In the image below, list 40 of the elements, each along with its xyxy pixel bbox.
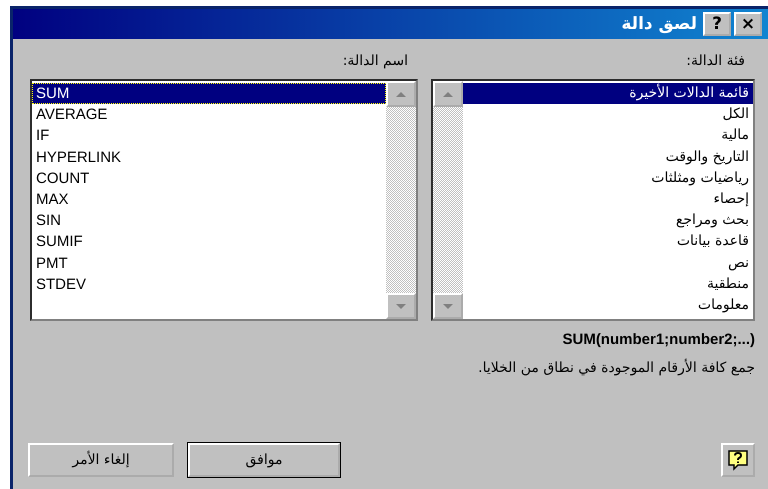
close-button[interactable]: × <box>734 12 762 36</box>
help-icon <box>727 449 749 471</box>
scroll-down-button[interactable] <box>433 293 463 319</box>
list-item[interactable]: HYPERLINK <box>32 146 386 168</box>
list-item[interactable]: قاعدة بيانات <box>463 231 753 252</box>
ok-button[interactable]: موافق <box>188 443 340 477</box>
list-item[interactable]: STDEV <box>32 274 386 295</box>
list-item[interactable]: منطقية <box>463 274 753 295</box>
list-item[interactable]: قائمة الدالات الأخيرة <box>463 83 753 104</box>
scroll-up-button[interactable] <box>433 81 463 107</box>
scrollbar[interactable] <box>386 81 416 319</box>
list-item[interactable]: نص <box>463 252 753 274</box>
list-item[interactable]: PMT <box>32 252 386 274</box>
list-item[interactable]: التاريخ والوقت <box>463 146 753 168</box>
function-signature: SUM(number1;number2;...) <box>562 331 755 348</box>
help-button[interactable] <box>721 443 755 477</box>
list-item[interactable]: الكل <box>463 104 753 126</box>
list-item[interactable]: مالية <box>463 125 753 147</box>
list-item[interactable]: SUMIF <box>32 231 386 252</box>
list-label: اسم الدالة: <box>342 53 409 71</box>
list-item[interactable]: إحصاء <box>463 188 753 210</box>
scroll-up-button[interactable] <box>386 81 416 107</box>
list-item[interactable]: معلومات <box>463 294 753 316</box>
cancel-button[interactable]: إلغاء الأمر <box>28 443 174 477</box>
list-item[interactable]: IF <box>32 125 386 147</box>
list-item[interactable]: AVERAGE <box>32 104 386 126</box>
list-item[interactable]: SIN <box>32 210 386 232</box>
list-label: فئة الدالة: <box>685 53 746 71</box>
list-item[interactable]: MAX <box>32 188 386 210</box>
scrollbar[interactable] <box>433 81 463 319</box>
list-item[interactable]: COUNT <box>32 168 386 189</box>
list-item[interactable]: رياضيات ومثلثات <box>463 168 753 189</box>
window-title: لصق دالة <box>621 14 697 34</box>
help-button[interactable]: ? <box>703 12 731 36</box>
category-list[interactable]: قائمة الدالات الأخيرة الكل مالية التاريخ والوقت رياضيات ومثلثات إحصاء بحث ومراجع قاعدة بيانات نص منطقية معلومات <box>431 79 755 321</box>
function-description: جمع كافة الأرقام الموجودة في نطاق من الخلايا. <box>478 360 755 376</box>
function-list[interactable]: SUM AVERAGE IF HYPERLINK COUNT MAX SIN SUMIF PMT STDEV <box>30 79 418 321</box>
scroll-down-button[interactable] <box>386 293 416 319</box>
list-item[interactable]: بحث ومراجع <box>463 210 753 232</box>
list-item[interactable]: SUM <box>32 83 386 104</box>
